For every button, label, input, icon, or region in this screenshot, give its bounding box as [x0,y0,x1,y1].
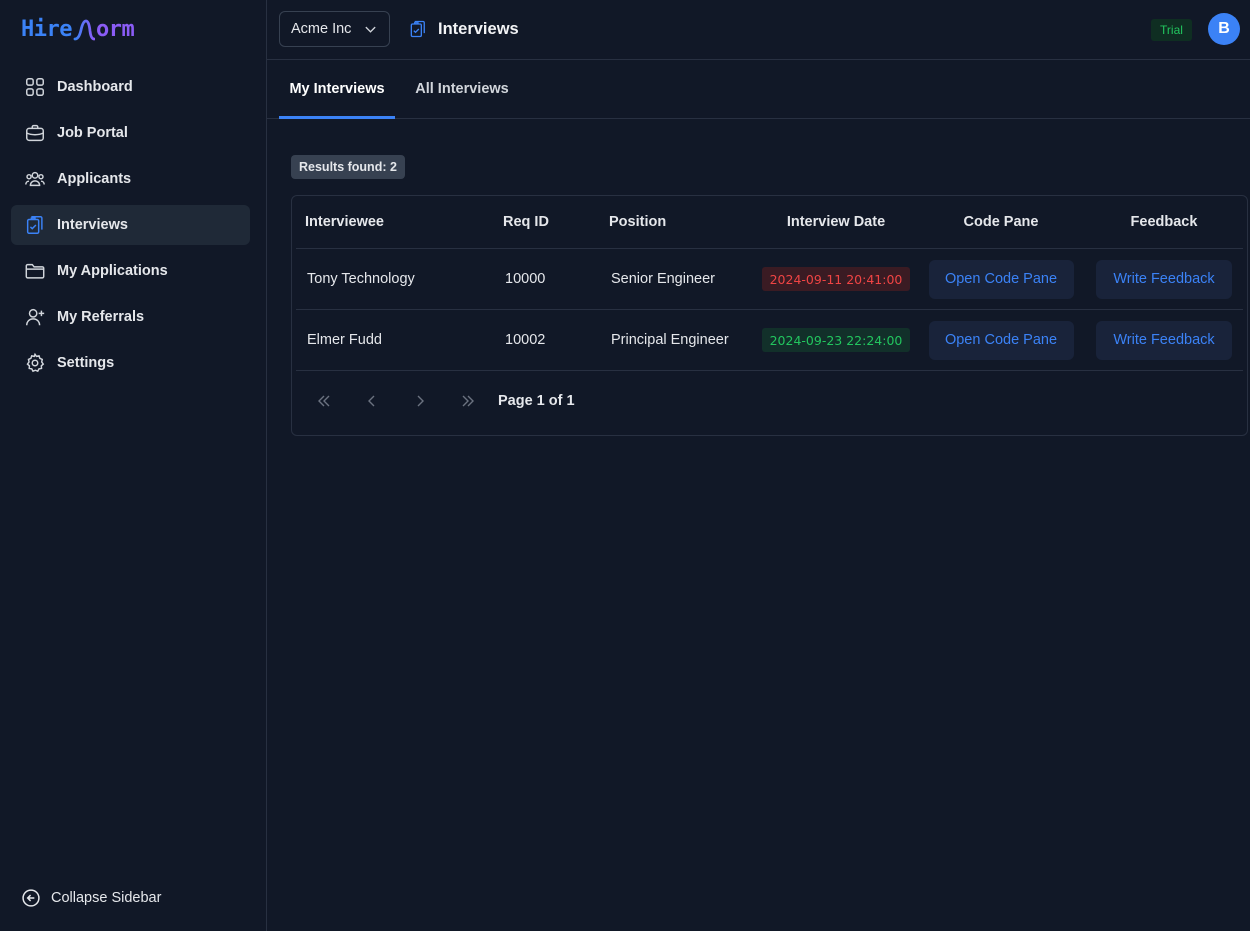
chevron-down-icon [365,26,376,33]
sidebar-item-my-referrals[interactable]: My Referrals [11,297,250,337]
last-page-button[interactable] [456,389,480,413]
app: Hire orm Dashboard Job Portal Applicants… [0,0,1250,931]
sidebar-item-interviews[interactable]: Interviews [11,205,250,245]
interview-date-badge: 2024-09-11 20:41:00 [761,267,911,291]
sidebar-item-label: Applicants [57,171,132,187]
sidebar-item-label: Settings [57,355,115,371]
trial-badge: Trial [1151,19,1192,41]
sidebar-nav: Dashboard Job Portal Applicants Intervie… [11,67,250,389]
arrow-left-circle-icon [22,889,40,907]
table-header-row: Interviewee Req ID Position Interview Da… [296,196,1243,249]
brand-logo[interactable]: Hire orm [21,16,135,44]
code-pane-cell: Open Code Pane [926,310,1076,370]
top-header: Acme Inc Interviews Trial B [267,0,1250,60]
sidebar-item-label: My Referrals [57,309,145,325]
interview-date-badge: 2024-09-23 22:24:00 [761,328,911,352]
write-feedback-button[interactable]: Write Feedback [1096,259,1232,299]
brand-part1: Hire [21,17,72,42]
sidebar-item-label: My Applications [57,263,168,279]
column-header-position[interactable]: Position [609,196,759,248]
org-select[interactable]: Acme Inc [279,11,390,47]
page-indicator: Page 1 of 1 [498,393,575,409]
write-feedback-button[interactable]: Write Feedback [1096,320,1232,360]
collapse-sidebar-button[interactable]: Collapse Sidebar [21,888,161,908]
tab-all-interviews[interactable]: All Interviews [407,60,517,118]
column-header-interviewee[interactable]: Interviewee [305,196,495,248]
sidebar-item-label: Dashboard [57,79,133,95]
chevron-left-icon [368,395,375,407]
results-count-badge: Results found: 2 [291,155,405,179]
sidebar-item-label: Job Portal [57,125,128,141]
interview-date-cell: 2024-09-23 22:24:00 [761,310,911,370]
user-avatar[interactable]: B [1208,13,1240,45]
feedback-cell: Write Feedback [1091,249,1237,309]
page-title: Interviews [438,19,519,38]
tab-my-interviews[interactable]: My Interviews [279,60,395,119]
grid-icon [24,76,46,98]
chevrons-right-icon [462,395,474,407]
user-plus-icon [24,306,46,328]
sidebar-item-dashboard[interactable]: Dashboard [11,67,250,107]
column-header-feedback: Feedback [1130,214,1198,230]
sidebar-item-settings[interactable]: Settings [11,343,250,383]
first-page-button[interactable] [312,389,336,413]
pagination: Page 1 of 1 [312,386,575,416]
sidebar: Hire orm Dashboard Job Portal Applicants… [0,0,267,931]
interviewee-name: Tony Technology [307,271,415,287]
clipboard-check-icon [24,214,46,236]
briefcase-icon [24,122,46,144]
chevron-right-icon [417,395,424,407]
wave-logo-icon [73,19,95,41]
brand-part2: orm [95,17,135,42]
interview-tabs: My Interviews All Interviews [267,60,1250,119]
column-header-code-pane: Code Pane [963,214,1039,230]
req-id: 10002 [505,332,546,348]
interviewee-name: Elmer Fudd [307,332,382,348]
page-heading: Interviews [408,18,519,40]
collapse-sidebar-label: Collapse Sidebar [51,890,162,906]
chevrons-left-icon [318,395,330,407]
gear-icon [24,352,46,374]
clipboard-check-icon [410,20,425,38]
sidebar-item-job-portal[interactable]: Job Portal [11,113,250,153]
interview-date-cell: 2024-09-11 20:41:00 [761,249,911,309]
org-select-value: Acme Inc [291,21,352,37]
position: Senior Engineer [611,271,715,287]
sidebar-item-applicants[interactable]: Applicants [11,159,250,199]
prev-page-button[interactable] [360,389,384,413]
table-row[interactable]: Tony Technology 10000 Senior Engineer 20… [296,249,1243,310]
req-id: 10000 [505,271,546,287]
next-page-button[interactable] [408,389,432,413]
sidebar-item-label: Interviews [57,217,128,233]
users-icon [24,168,46,190]
feedback-cell: Write Feedback [1091,310,1237,370]
code-pane-cell: Open Code Pane [926,249,1076,309]
sidebar-item-my-applications[interactable]: My Applications [11,251,250,291]
folder-icon [24,260,46,282]
column-header-req-id[interactable]: Req ID [503,196,573,248]
open-code-pane-button[interactable]: Open Code Pane [928,320,1074,360]
table-row[interactable]: Elmer Fudd 10002 Principal Engineer 2024… [296,310,1243,371]
position: Principal Engineer [611,332,729,348]
open-code-pane-button[interactable]: Open Code Pane [928,259,1074,299]
interviews-table: Interviewee Req ID Position Interview Da… [291,195,1248,436]
column-header-interview-date[interactable]: Interview Date [761,196,911,248]
